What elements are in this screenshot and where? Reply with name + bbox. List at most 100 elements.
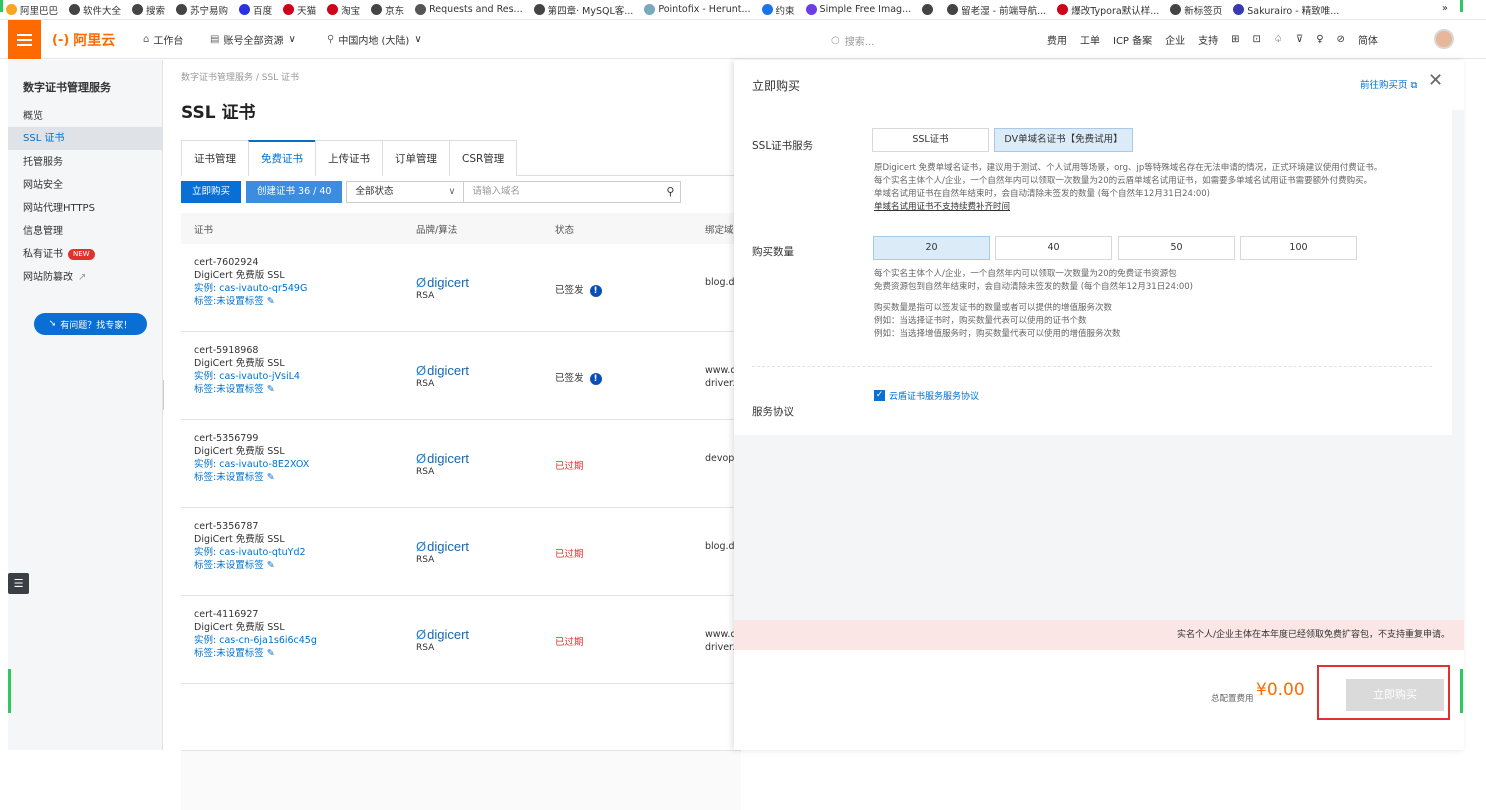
bookmark-item[interactable]: Pointofix - Herunt... [644, 4, 751, 15]
sidebar-item-info[interactable]: 信息管理 [8, 220, 163, 243]
table-row: cert-4116927 DigiCert 免费版 SSL 实例: cas-cn-6… [181, 596, 741, 684]
table-row [181, 750, 741, 810]
status-badge: 已过期 [555, 549, 584, 560]
service-description: 原Digicert 免费单域名证书，建议用于测试、个人试用等场景，org、jp等… [874, 163, 1383, 212]
tab-upload-cert[interactable]: 上传证书 [315, 140, 383, 176]
terminal-icon[interactable]: ⊡ [1253, 34, 1261, 45]
cert-instance-link[interactable]: 实例: cas-ivauto-8E2XOX [194, 458, 309, 471]
cart-icon[interactable]: ⊽ [1296, 34, 1303, 45]
menu-icon[interactable] [8, 20, 41, 59]
bookmark-item[interactable]: Sakurairo - 精致唯... [1233, 3, 1339, 17]
quantity-option-20[interactable]: 20 [873, 236, 990, 260]
option-ssl-cert[interactable]: SSL证书 [872, 128, 989, 152]
cert-tag-link[interactable]: 标签:未设置标签 ✎ [194, 647, 317, 660]
avatar[interactable] [1434, 29, 1454, 49]
search-icon: ○ [831, 34, 840, 46]
buy-panel: 立即购买 前往购买页 ⧉ ✕ SSL证书服务 SSL证书 DV单域名证书【免费试… [734, 60, 1464, 750]
bookmark-item[interactable]: 软件大全 [69, 3, 121, 17]
scrollbar[interactable] [1452, 110, 1464, 620]
cert-instance-link[interactable]: 实例: cas-ivauto-jVsiL4 [194, 370, 300, 383]
tab-csr[interactable]: CSR管理 [449, 140, 518, 176]
list-icon: ▤ [210, 34, 220, 45]
confirm-buy-button[interactable]: 立即购买 [1346, 679, 1444, 711]
window-edge [1460, 0, 1463, 12]
bookmark-item[interactable]: 百度 [239, 3, 272, 17]
brand-cell: Ødigicert RSA [416, 451, 469, 477]
sidebar-item-tamper[interactable]: 网站防篡改 ↗ [8, 266, 163, 289]
bookmark-item[interactable]: Simple Free Imag... [805, 4, 911, 15]
bookmark-item[interactable]: 第四章· MySQL客... [533, 3, 633, 17]
aliyun-logo[interactable]: (-) 阿里云 [52, 30, 115, 50]
buy-now-button[interactable]: 立即购买 [181, 181, 242, 203]
bookmark-item[interactable]: 新标签页 [1170, 3, 1222, 17]
tip-icon[interactable]: ♀ [1316, 34, 1323, 45]
quantity-option-100[interactable]: 100 [1240, 236, 1357, 260]
region-dropdown[interactable]: ⚲ 中国内地 (大陆) ∨ [327, 32, 422, 47]
global-search-input[interactable]: ○ 搜索... [831, 31, 1016, 49]
tab-orders[interactable]: 订单管理 [382, 140, 450, 176]
status-badge: 已过期 [555, 637, 584, 648]
cert-tag-link[interactable]: 标签:未设置标签 ✎ [194, 383, 300, 396]
quantity-option-40[interactable]: 40 [995, 236, 1112, 260]
cert-tag-link[interactable]: 标签:未设置标签 ✎ [194, 471, 309, 484]
language-switch[interactable]: 简体 [1358, 32, 1378, 47]
sidebar-menu-icon[interactable]: ☰ [8, 573, 29, 594]
bell-icon[interactable]: ♤ [1274, 34, 1283, 45]
workbench-link[interactable]: ⌂ 工作台 [143, 32, 183, 47]
cert-name: DigiCert 免费版 SSL [194, 622, 285, 633]
go-to-buy-page-link[interactable]: 前往购买页 ⧉ [1360, 77, 1417, 91]
info-icon[interactable]: ! [589, 373, 602, 385]
bookmark-item[interactable]: 阿里巴巴 [6, 3, 58, 17]
bookmark-item[interactable]: 天猫 [283, 3, 316, 17]
cloud-shell-icon[interactable]: ⊞ [1231, 34, 1239, 45]
agreement-link[interactable]: 云盾证书服务服务协议 [889, 389, 979, 402]
help-icon[interactable]: ⊘ [1337, 34, 1345, 45]
sidebar-item-hosting[interactable]: 托管服务 [8, 151, 163, 174]
sidebar-item-https-proxy[interactable]: 网站代理HTTPS [8, 197, 163, 220]
bookmark-item[interactable]: 搜索 [132, 3, 165, 17]
agreement-checkbox[interactable]: ✓ 云盾证书服务服务协议 [874, 389, 979, 402]
close-icon[interactable]: ✕ [1428, 70, 1443, 91]
bookmark-item[interactable]: 苏宁易购 [176, 3, 228, 17]
service-label: SSL证书服务 [752, 140, 814, 152]
bookmark-item[interactable]: 约束 [761, 3, 795, 17]
cert-instance-link[interactable]: 实例: cas-cn-6ja1s6i6c45g [194, 634, 317, 647]
cert-tag-link[interactable]: 标签:未设置标签 ✎ [194, 559, 306, 572]
status-select[interactable]: 全部状态 ∨ [346, 181, 465, 203]
sidebar-item-ssl[interactable]: SSL 证书 [8, 127, 163, 150]
table-header: 证书 品牌/算法 状态 绑定域 [181, 213, 741, 244]
bookmark-item[interactable]: 留老湿 - 前端导航... [947, 3, 1046, 17]
bookmark-item[interactable]: 爆改Typora默认样... [1057, 3, 1159, 17]
cert-instance-link[interactable]: 实例: cas-ivauto-qtuYd2 [194, 546, 306, 559]
bookmark-favicon-icon [69, 4, 81, 15]
bookmark-item[interactable]: Requests and Res... [415, 4, 523, 15]
cert-instance-link[interactable]: 实例: cas-ivauto-qr549G [194, 282, 307, 295]
option-dv-free-trial[interactable]: DV单域名证书【免费试用】 [994, 128, 1133, 152]
sidebar-item-site-security[interactable]: 网站安全 [8, 174, 163, 197]
nav-link-fees[interactable]: 费用 [1047, 32, 1067, 47]
tab-cert-manage[interactable]: 证书管理 [181, 140, 249, 176]
create-cert-button[interactable]: 创建证书 36 / 40 [246, 181, 343, 203]
nav-link-icp[interactable]: ICP 备案 [1113, 32, 1152, 47]
bookmark-item[interactable]: 淘宝 [327, 3, 360, 17]
nav-link-support[interactable]: 支持 [1198, 32, 1218, 47]
nav-link-ticket[interactable]: 工单 [1080, 32, 1100, 47]
bookmark-favicon-icon [533, 4, 545, 15]
sidebar-item-private-cert[interactable]: 私有证书 NEW [8, 243, 163, 266]
bookmark-item[interactable]: 京东 [371, 3, 404, 17]
domain-search-input[interactable]: 请输入域名 ⚲ [463, 181, 682, 203]
cert-tag-link[interactable]: 标签:未设置标签 ✎ [194, 295, 307, 308]
bookmark-item[interactable] [922, 4, 936, 15]
sidebar-item-overview[interactable]: 概览 [8, 105, 163, 128]
help-expert-button[interactable]: ➘ 有问题？找专家！ [34, 313, 147, 335]
account-resources-dropdown[interactable]: ▤ 账号全部资源 ∨ [210, 32, 296, 47]
info-icon[interactable]: ! [589, 285, 602, 297]
edit-icon: ✎ [266, 384, 275, 395]
bookmarks-more-button[interactable]: » [1442, 3, 1448, 14]
tab-free-cert[interactable]: 免费证书 [248, 140, 316, 176]
search-icon[interactable]: ⚲ [666, 182, 674, 202]
table-row: cert-5356799 DigiCert 免费版 SSL 实例: cas-ivau… [181, 420, 741, 508]
quantity-option-50[interactable]: 50 [1118, 236, 1235, 260]
status-badge: 已签发! [555, 282, 602, 297]
nav-link-enterprise[interactable]: 企业 [1165, 32, 1185, 47]
